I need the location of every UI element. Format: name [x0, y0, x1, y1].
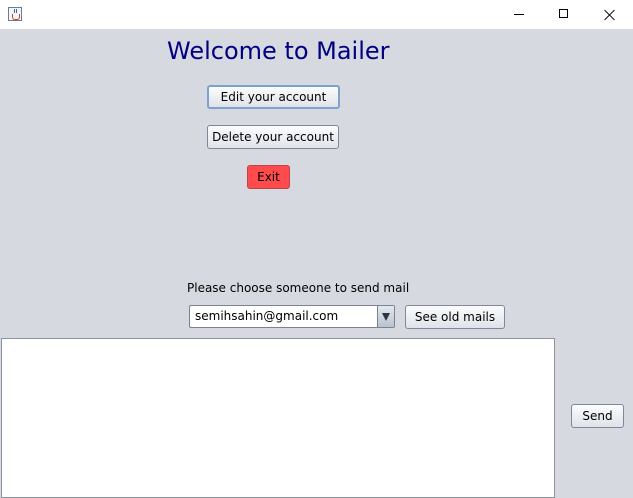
maximize-icon [559, 9, 568, 18]
title-bar [0, 0, 633, 29]
maximize-button[interactable] [541, 0, 587, 29]
recipient-dropdown[interactable]: semihsahin@gmail.com [189, 305, 395, 328]
delete-account-button[interactable]: Delete your account [207, 125, 339, 149]
exit-button[interactable]: Exit [247, 165, 290, 189]
minimize-button[interactable] [496, 0, 542, 29]
mailer-window: Welcome to Mailer Edit your account Dele… [0, 0, 633, 498]
minimize-icon [514, 14, 524, 15]
close-icon [604, 9, 616, 21]
close-button[interactable] [587, 0, 633, 29]
chevron-down-icon[interactable] [377, 306, 394, 327]
welcome-title: Welcome to Mailer [167, 37, 390, 65]
edit-account-button[interactable]: Edit your account [207, 85, 340, 109]
choose-recipient-label: Please choose someone to send mail [187, 281, 410, 295]
main-panel: Welcome to Mailer Edit your account Dele… [0, 29, 633, 498]
recipient-selected-value: semihsahin@gmail.com [195, 309, 339, 323]
java-app-icon [8, 7, 22, 21]
mail-body-textarea[interactable] [1, 338, 555, 498]
see-old-mails-button[interactable]: See old mails [405, 305, 505, 329]
send-button[interactable]: Send [571, 404, 624, 428]
